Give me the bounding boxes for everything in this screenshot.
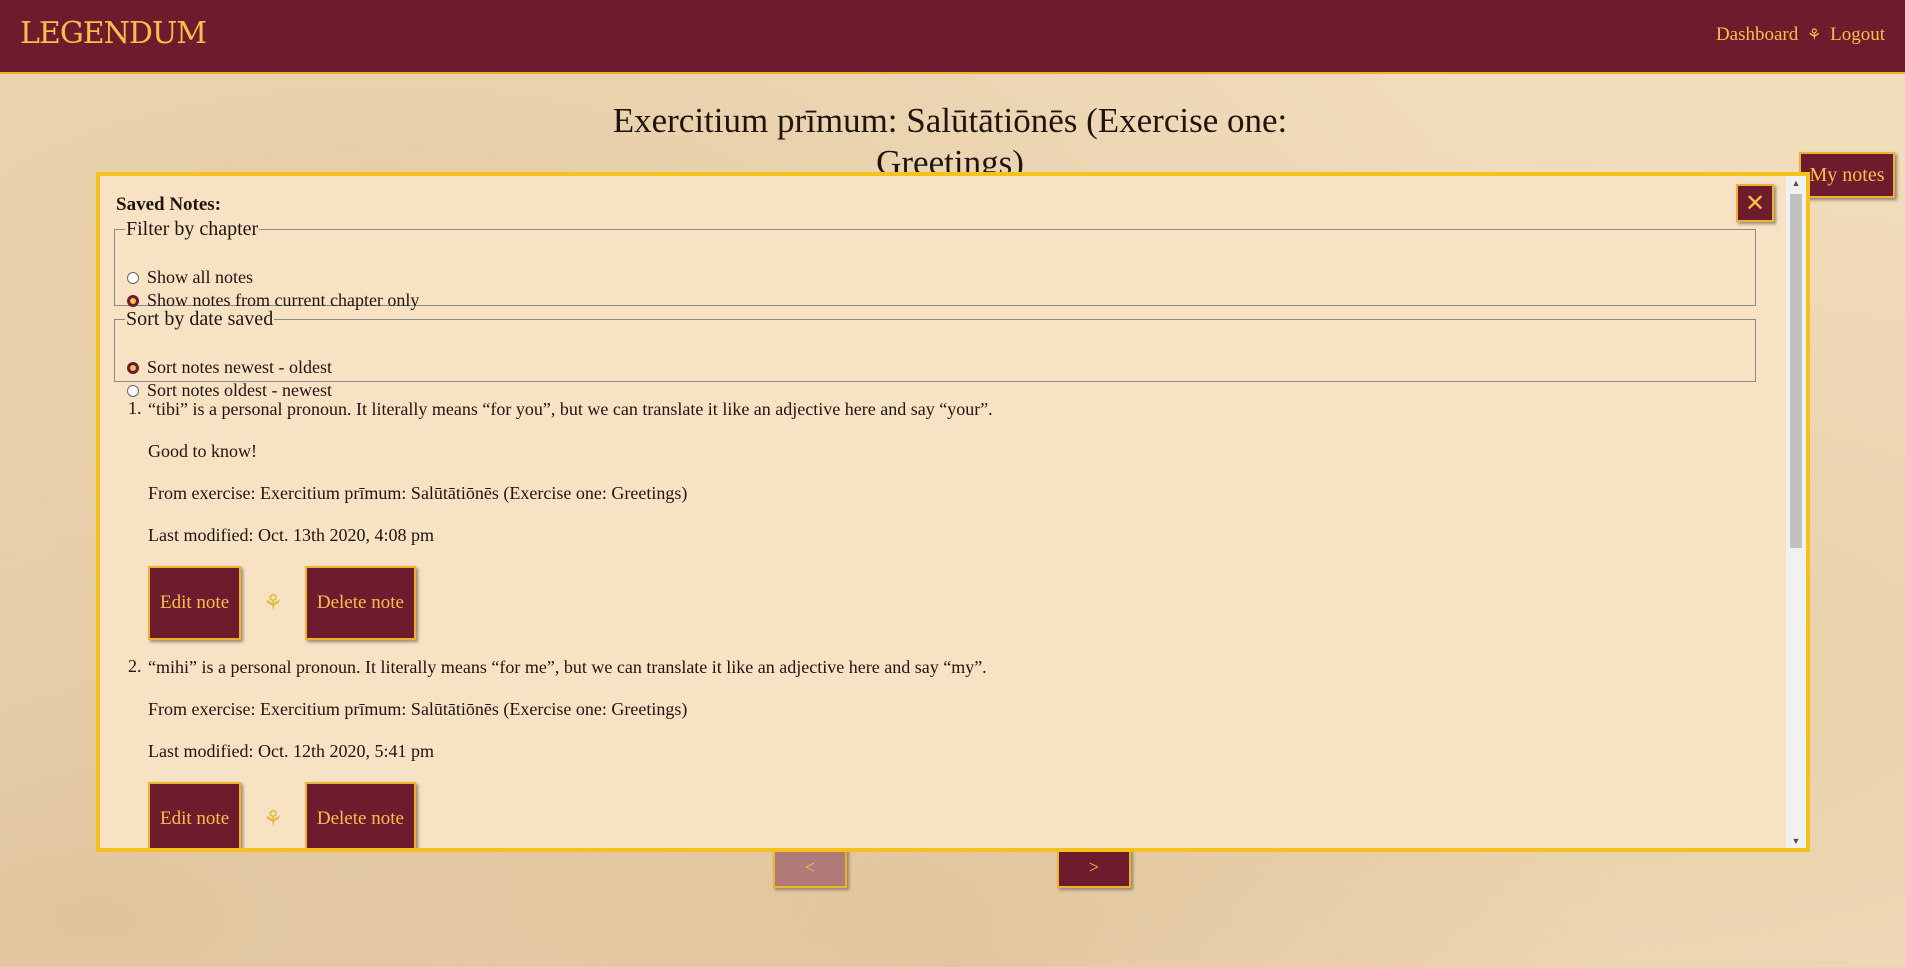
note-number: 1. bbox=[128, 398, 142, 418]
show-all-notes-option[interactable]: Show all notes bbox=[127, 267, 253, 288]
radio-oldest-newest[interactable] bbox=[127, 384, 139, 397]
edit-note-button[interactable]: Edit note bbox=[148, 566, 242, 640]
note-text: “tibi” is a personal pronoun. It literal… bbox=[148, 399, 993, 419]
nav-links: Dashboard ⚘ Logout bbox=[1716, 24, 1885, 46]
notes-list: 1. “tibi” is a personal pronoun. It lite… bbox=[128, 398, 1728, 848]
modal-scrollbar[interactable]: ▲ ▼ bbox=[1786, 176, 1806, 848]
note-number: 2. bbox=[128, 656, 142, 676]
logout-link[interactable]: Logout bbox=[1830, 24, 1885, 45]
my-notes-button[interactable]: My notes bbox=[1799, 152, 1895, 198]
note-comment: Good to know! bbox=[148, 441, 257, 461]
scrollbar-thumb[interactable] bbox=[1790, 194, 1802, 548]
prev-page-button[interactable]: < bbox=[773, 846, 847, 888]
note-item: 1. “tibi” is a personal pronoun. It lite… bbox=[128, 398, 1728, 640]
note-source: From exercise: Exercitium prīmum: Salūtā… bbox=[148, 699, 688, 719]
scroll-up-icon[interactable]: ▲ bbox=[1786, 178, 1806, 188]
leaf-icon: ⚘ bbox=[263, 590, 283, 615]
next-page-button[interactable]: > bbox=[1057, 846, 1131, 888]
scroll-down-icon[interactable]: ▼ bbox=[1786, 836, 1806, 846]
radio-newest-oldest[interactable] bbox=[127, 361, 139, 374]
sort-newest-oldest-option[interactable]: Sort notes newest - oldest bbox=[127, 357, 332, 378]
filter-by-chapter-group: Filter by chapter Show all notes Show no… bbox=[114, 218, 1756, 310]
radio-current-chapter[interactable] bbox=[127, 294, 139, 307]
logo[interactable]: LEGENDUM bbox=[20, 16, 207, 51]
edit-note-button[interactable]: Edit note bbox=[148, 782, 242, 848]
dashboard-link[interactable]: Dashboard bbox=[1716, 24, 1798, 45]
saved-notes-modal: Saved Notes: Filter by chapter Show all … bbox=[96, 172, 1810, 852]
leaf-icon: ⚘ bbox=[263, 806, 283, 831]
note-modified: Last modified: Oct. 12th 2020, 5:41 pm bbox=[148, 741, 434, 761]
note-text: “mihi” is a personal pronoun. It literal… bbox=[148, 657, 987, 677]
filter-legend: Filter by chapter bbox=[126, 218, 259, 240]
saved-notes-heading: Saved Notes: bbox=[116, 194, 222, 215]
radio-show-all[interactable] bbox=[127, 271, 139, 284]
sort-legend: Sort by date saved bbox=[126, 308, 274, 330]
note-modified: Last modified: Oct. 13th 2020, 4:08 pm bbox=[148, 525, 434, 545]
delete-note-button[interactable]: Delete note bbox=[304, 782, 416, 848]
close-icon[interactable]: ✕ bbox=[1736, 184, 1774, 222]
sort-by-date-group: Sort by date saved Sort notes newest - o… bbox=[114, 308, 1756, 400]
radio-label: Sort notes newest - oldest bbox=[147, 357, 332, 377]
radio-label: Show all notes bbox=[147, 267, 253, 287]
top-navbar: LEGENDUM Dashboard ⚘ Logout bbox=[0, 0, 1905, 74]
delete-note-button[interactable]: Delete note bbox=[304, 566, 416, 640]
note-source: From exercise: Exercitium prīmum: Salūtā… bbox=[148, 483, 688, 503]
note-item: 2. “mihi” is a personal pronoun. It lite… bbox=[128, 656, 1728, 848]
leaf-icon: ⚘ bbox=[1807, 27, 1822, 44]
